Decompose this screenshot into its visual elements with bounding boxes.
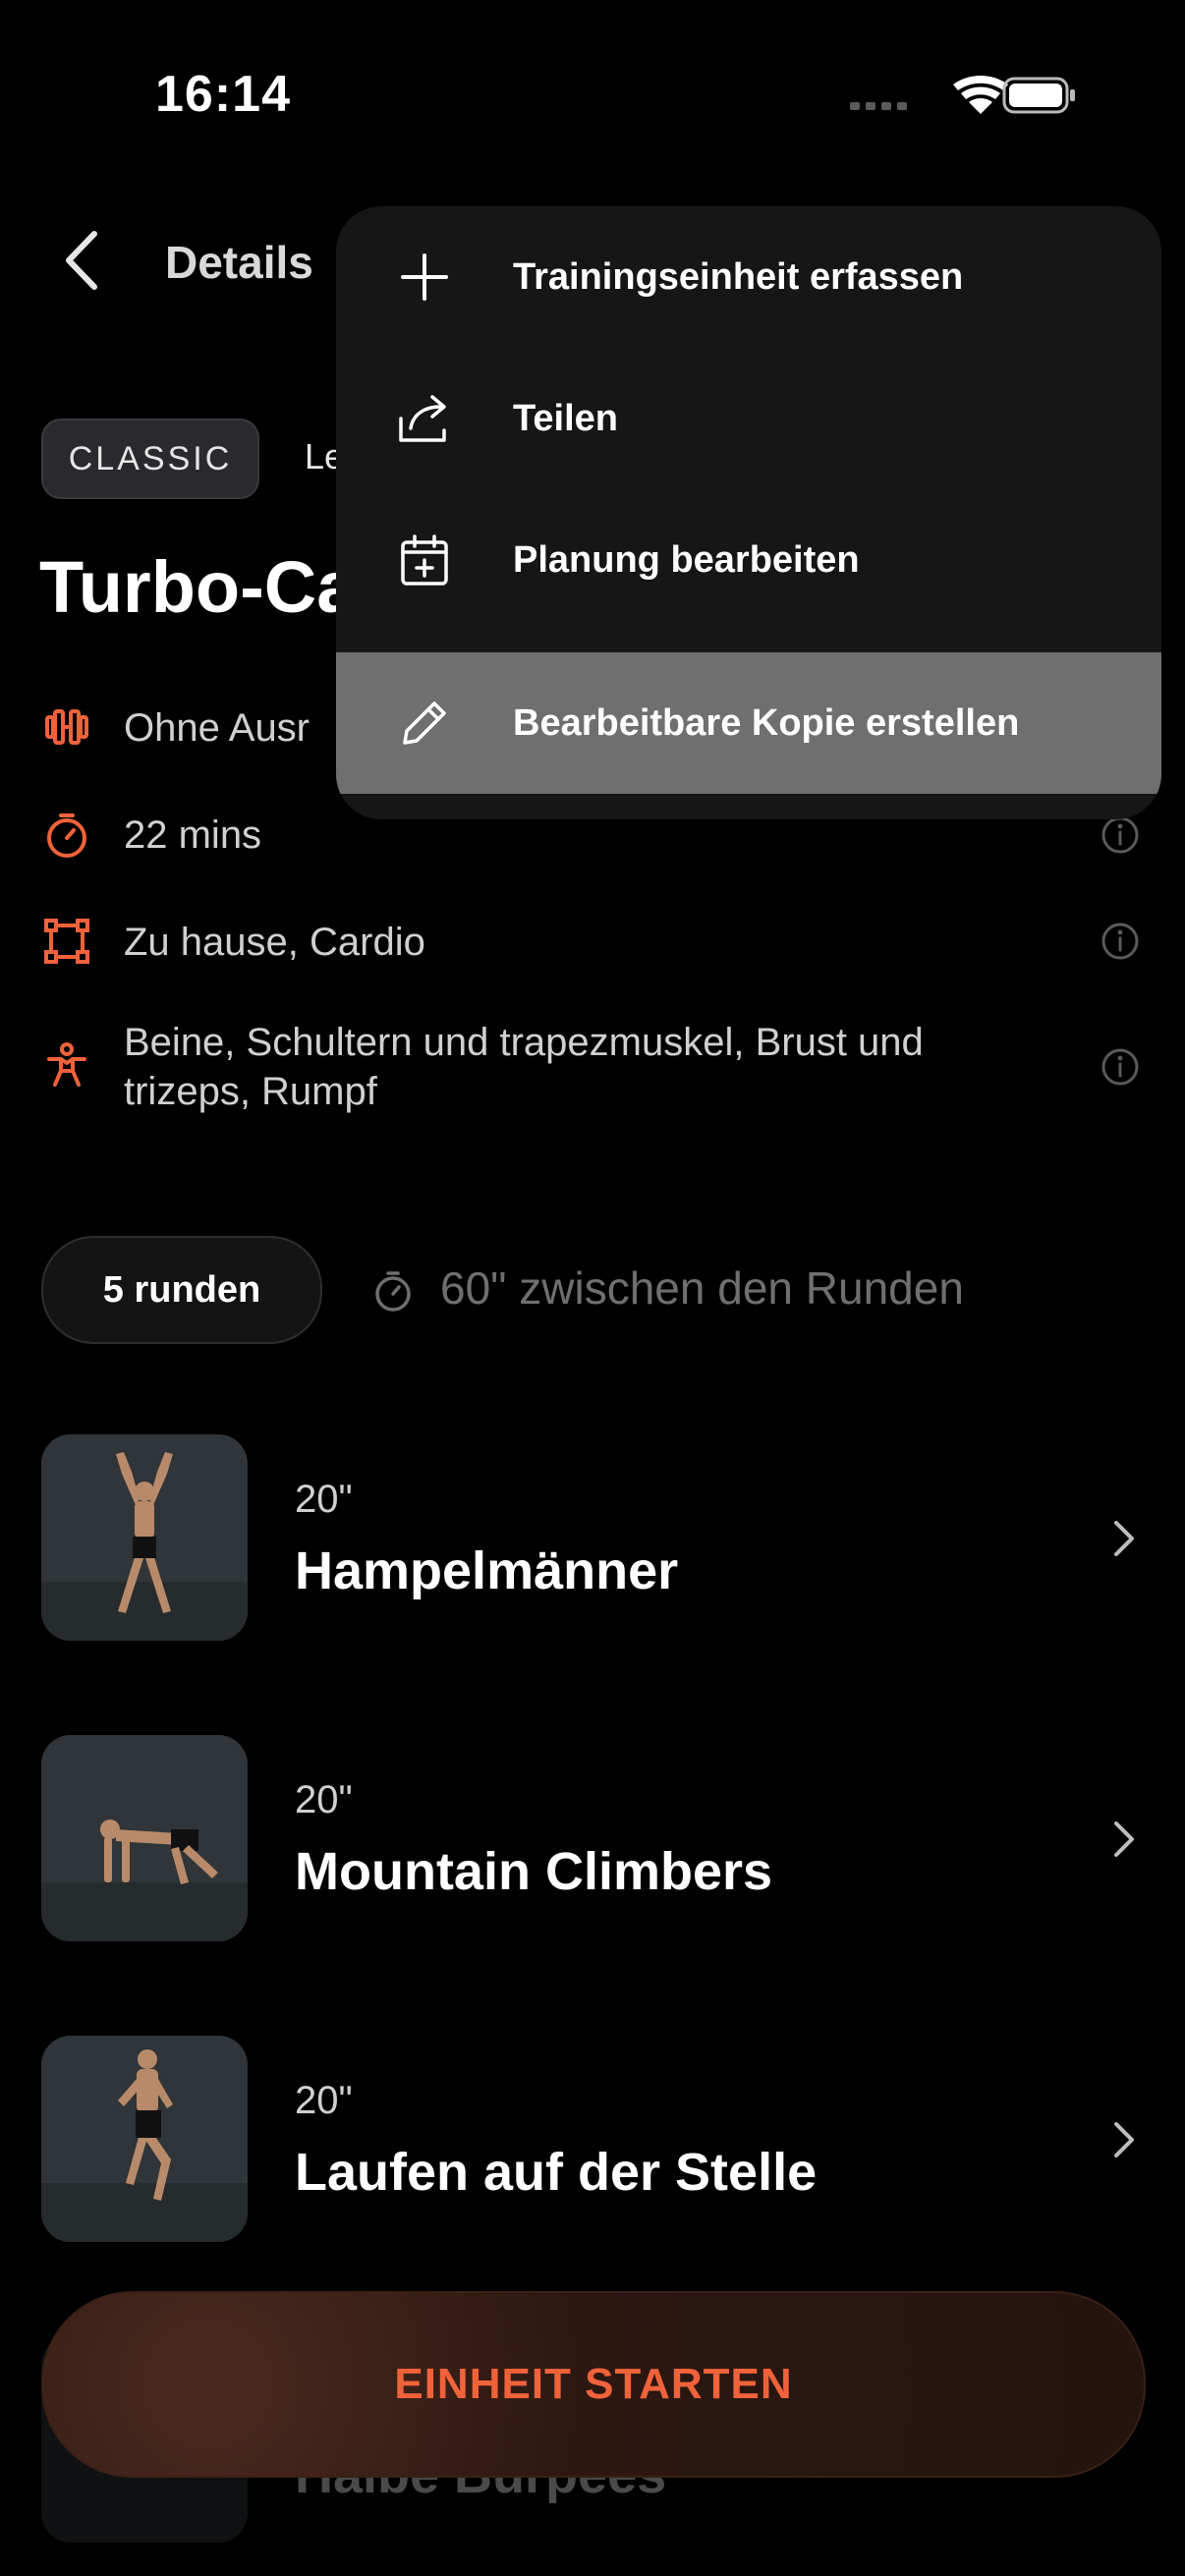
athlete-image <box>41 2036 248 2242</box>
menu-item-label: Trainingseinheit erfassen <box>513 255 964 298</box>
exercise-name[interactable]: Laufen auf der Stelle <box>295 2142 817 2203</box>
menu-item-create-editable-copy[interactable]: Bearbeitbare Kopie erstellen <box>336 652 1161 794</box>
menu-item-label: Bearbeitbare Kopie erstellen <box>513 701 1020 744</box>
context-menu: Trainingseinheit erfassen Teilen Planung… <box>336 206 1161 819</box>
body-icon <box>47 1042 86 1087</box>
battery-icon <box>1002 77 1075 114</box>
duration-text: 22 mins <box>124 813 262 857</box>
chevron-right-icon[interactable] <box>1108 1517 1138 1560</box>
cellular-signal-icon <box>850 102 907 110</box>
menu-item-log-session[interactable]: Trainingseinheit erfassen <box>336 206 1161 348</box>
exercise-name[interactable]: Mountain Climbers <box>295 1841 772 1902</box>
status-time: 16:14 <box>155 66 291 123</box>
equipment-text: Ohne Ausr <box>124 706 310 750</box>
back-chevron-icon[interactable] <box>57 226 106 295</box>
athlete-image <box>41 1735 248 1941</box>
exercise-thumbnail[interactable] <box>41 1735 248 1941</box>
rounds-chip: 5 runden <box>41 1236 322 1344</box>
info-icon[interactable] <box>1100 815 1140 855</box>
stopwatch-icon <box>47 813 86 858</box>
muscles-text-line1: Beine, Schultern und trapezmuskel, Brust… <box>124 1021 924 1064</box>
info-icon[interactable] <box>1100 922 1140 961</box>
dumbbell-icon <box>45 709 88 745</box>
rest-between-rounds-text: 60" zwischen den Runden <box>440 1262 964 1314</box>
muscles-text: Beine, Schultern und trapezmuskel, Brust… <box>124 1018 924 1116</box>
exercise-name[interactable]: Hampelmänner <box>295 1540 678 1601</box>
exercise-duration: 20" <box>295 1778 353 1821</box>
chevron-right-icon[interactable] <box>1108 1818 1138 1861</box>
athlete-image <box>41 1434 248 1641</box>
classic-tag: CLASSIC <box>41 419 259 499</box>
exercise-thumbnail[interactable] <box>41 1434 248 1641</box>
exercise-thumbnail[interactable] <box>41 2036 248 2242</box>
wifi-icon <box>953 75 1008 114</box>
location-category-text: Zu hause, Cardio <box>124 921 425 964</box>
menu-item-share[interactable]: Teilen <box>336 348 1161 489</box>
start-session-button[interactable]: EINHEIT STARTEN <box>41 2291 1146 2478</box>
rest-timer-icon <box>375 1271 411 1312</box>
menu-item-label: Planung bearbeiten <box>513 538 860 581</box>
chevron-right-icon[interactable] <box>1108 2118 1138 2161</box>
menu-item-edit-schedule[interactable]: Planung bearbeiten <box>336 489 1161 631</box>
share-icon <box>399 395 446 442</box>
exercise-duration: 20" <box>295 1478 353 1521</box>
workout-title: Turbo-Ca <box>39 546 358 628</box>
info-icon[interactable] <box>1100 1047 1140 1087</box>
frame-icon <box>44 919 89 964</box>
muscles-text-line2: trizeps, Rumpf <box>124 1070 377 1113</box>
calendar-add-icon <box>401 534 448 586</box>
plus-icon <box>401 253 448 301</box>
page-title: Details <box>165 237 313 288</box>
status-icons <box>850 75 1075 114</box>
pencil-icon <box>403 701 446 745</box>
menu-item-label: Teilen <box>513 397 618 439</box>
exercise-duration: 20" <box>295 2079 353 2122</box>
